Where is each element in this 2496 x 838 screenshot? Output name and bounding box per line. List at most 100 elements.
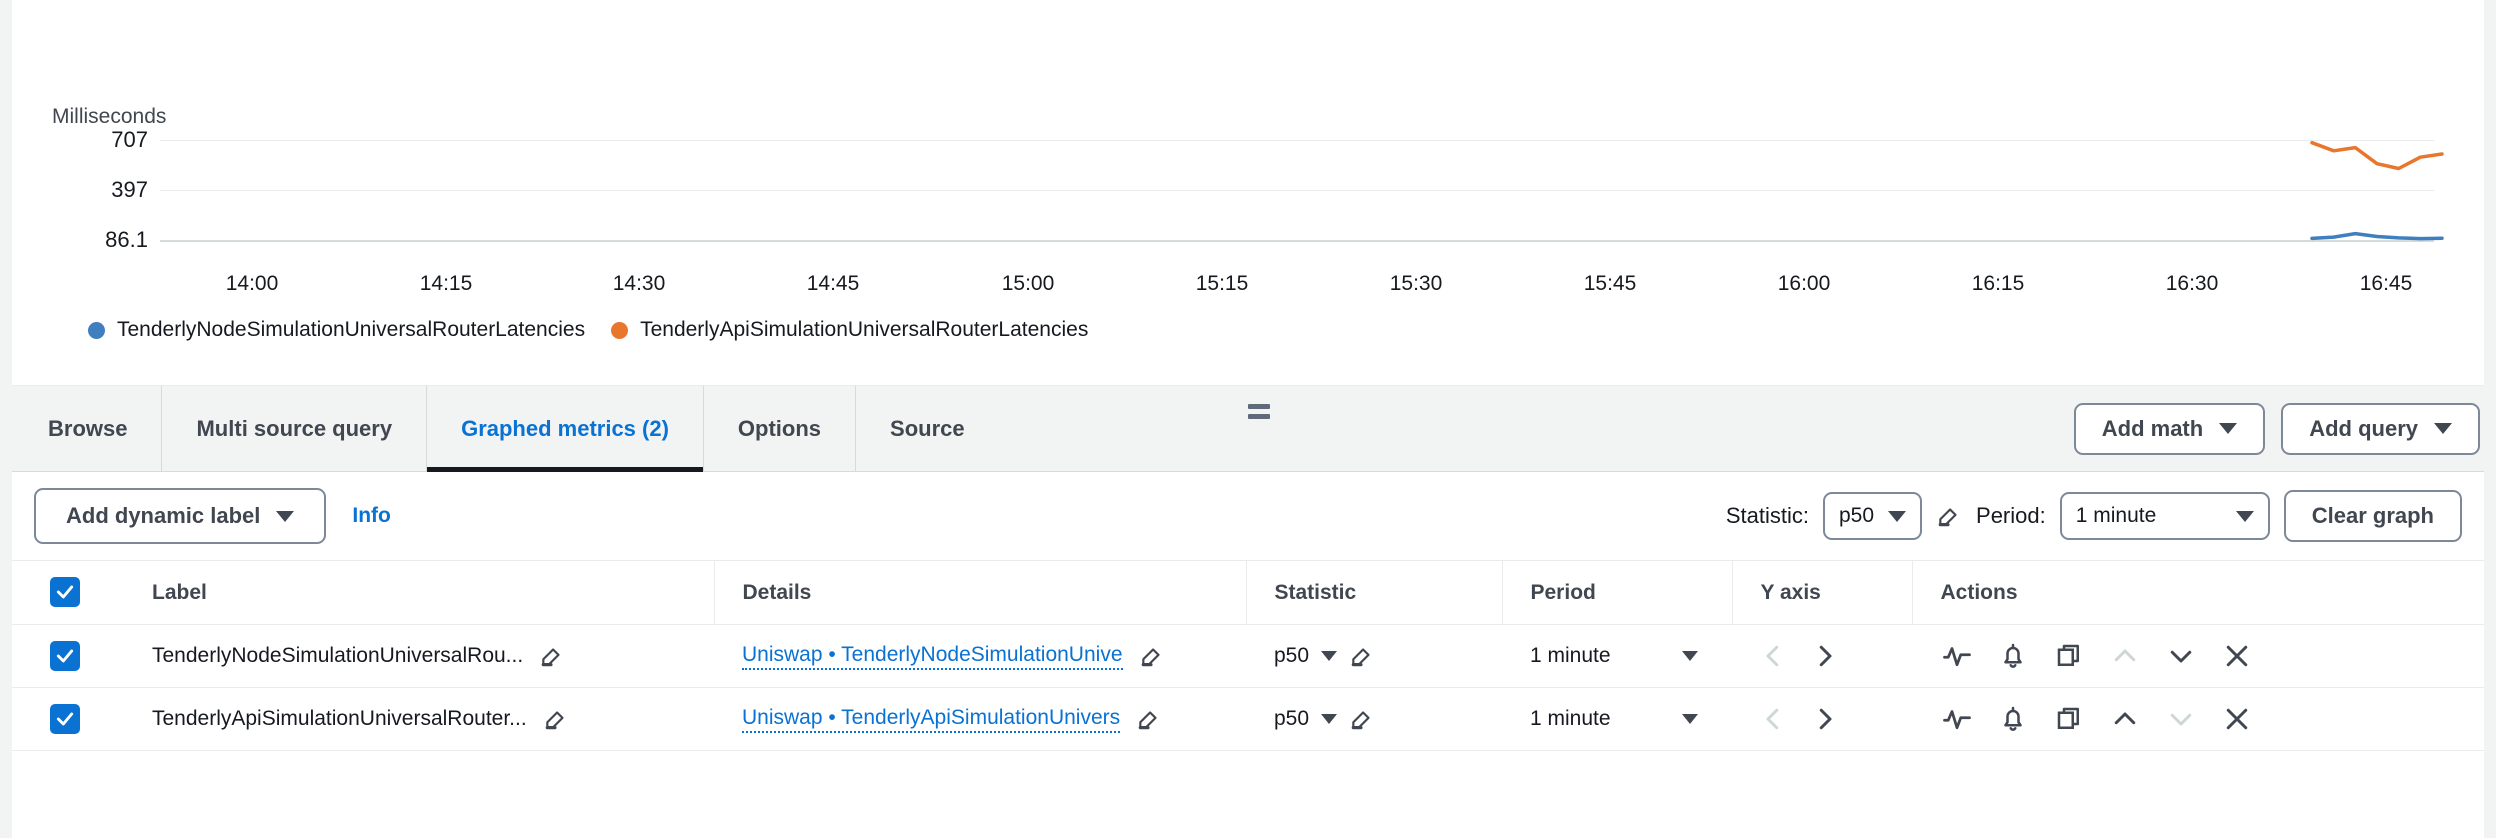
yaxis-left-icon (1756, 639, 1790, 673)
chart-x-axis: 14:00 14:15 14:30 14:45 15:00 15:15 15:3… (12, 268, 2484, 308)
chevron-down-icon[interactable] (1682, 651, 1698, 661)
view-metric-icon[interactable] (1940, 639, 1974, 673)
chevron-down-icon (276, 510, 295, 522)
period-label: Period: (1976, 503, 2046, 528)
x-tick-3: 14:45 (806, 272, 860, 295)
graphed-metrics-table: Label Details Statistic Period Y axis Ac… (12, 560, 2484, 838)
row-checkbox[interactable] (50, 640, 80, 671)
period-column-header: Period (1502, 560, 1733, 625)
tab-graphed-metrics[interactable]: Graphed metrics (2) (426, 386, 703, 472)
row-period-cell: 1 minute (1502, 687, 1732, 751)
row-yaxis-cell (1732, 624, 1912, 688)
tab-browse[interactable]: Browse (12, 386, 161, 471)
row-label-cell: TenderlyNodeSimulationUniversalRou... (142, 624, 714, 688)
statistic-value: p50 (1274, 644, 1310, 667)
move-up-icon[interactable] (2108, 702, 2142, 736)
row-yaxis-cell (1732, 687, 1912, 751)
edit-pencil-icon[interactable] (1136, 706, 1162, 732)
tab-multi-source-query[interactable]: Multi source query (161, 386, 426, 471)
label-column-header: Label (142, 560, 715, 625)
add-dynamic-label-button[interactable]: Add dynamic label (34, 488, 327, 544)
legend-color-dot (88, 321, 105, 339)
move-down-icon[interactable] (2164, 639, 2198, 673)
x-tick-9: 16:15 (1971, 272, 2025, 295)
legend-item-api[interactable]: TenderlyApiSimulationUniversalRouterLate… (611, 318, 1088, 342)
select-all-checkbox[interactable] (50, 577, 80, 607)
x-tick-0: 14:00 (225, 272, 279, 295)
create-alarm-bell-icon[interactable] (1996, 639, 2030, 673)
x-tick-11: 16:45 (2359, 272, 2413, 295)
metric-details-link[interactable]: Uniswap • TenderlyApiSimulationUnivers (742, 705, 1121, 734)
statistic-value: p50 (1274, 707, 1310, 730)
yaxis-right-icon[interactable] (1808, 639, 1842, 673)
duplicate-copy-icon[interactable] (2052, 702, 2086, 736)
chevron-down-icon[interactable] (1321, 714, 1338, 724)
period-select[interactable]: 1 minute (2059, 492, 2270, 540)
x-tick-6: 15:30 (1389, 272, 1443, 295)
metric-label: TenderlyNodeSimulationUniversalRou... (152, 644, 524, 667)
legend-color-dot (611, 321, 629, 339)
metric-label: TenderlyApiSimulationUniversalRouter... (152, 707, 527, 730)
row-label-cell: TenderlyApiSimulationUniversalRouter... (142, 687, 714, 751)
yaxis-left-icon (1756, 702, 1790, 736)
move-down-icon (2164, 702, 2198, 736)
statistic-column-header: Statistic (1246, 560, 1503, 625)
row-period-cell: 1 minute (1502, 624, 1732, 688)
duplicate-copy-icon[interactable] (2052, 639, 2086, 673)
yaxis-right-icon[interactable] (1808, 702, 1842, 736)
row-details-cell: Uniswap • TenderlyApiSimulationUnivers (714, 687, 1246, 751)
period-value: 1 minute (2075, 504, 2157, 527)
chevron-down-icon[interactable] (1321, 651, 1338, 661)
edit-pencil-icon[interactable] (1139, 643, 1165, 669)
chevron-down-icon (2219, 423, 2238, 434)
tab-options[interactable]: Options (702, 386, 855, 471)
statistic-select[interactable]: p50 (1822, 492, 1923, 540)
yaxis-column-header: Y axis (1732, 560, 1913, 625)
tabs-actions: Add math Add query (2073, 386, 2484, 472)
x-tick-7: 15:45 (1583, 272, 1637, 295)
x-tick-8: 16:00 (1777, 272, 1831, 295)
row-actions-cell (1912, 624, 2484, 688)
add-query-button[interactable]: Add query (2281, 402, 2480, 455)
view-metric-icon[interactable] (1940, 702, 1974, 736)
add-query-label: Add query (2309, 415, 2418, 441)
table-row: TenderlyNodeSimulationUniversalRou... Un… (12, 624, 2484, 688)
clear-graph-button[interactable]: Clear graph (2283, 490, 2462, 542)
controls-right-group: Statistic: p50 Period: 1 minute Clear gr… (1726, 490, 2462, 542)
chevron-down-icon[interactable] (1682, 714, 1698, 724)
edit-pencil-icon[interactable] (543, 706, 569, 732)
edit-pencil-icon[interactable] (1936, 503, 1962, 529)
x-tick-5: 15:15 (1195, 272, 1249, 295)
chart-legend: TenderlyNodeSimulationUniversalRouterLat… (88, 318, 1088, 342)
edit-pencil-icon[interactable] (1349, 706, 1375, 732)
clear-graph-label: Clear graph (2311, 503, 2434, 528)
metric-chart-panel: Milliseconds 707 397 86.1 14:00 14:15 14… (12, 0, 2484, 386)
edit-pencil-icon[interactable] (1349, 643, 1375, 669)
cloudwatch-metrics-panel: Milliseconds 707 397 86.1 14:00 14:15 14… (0, 0, 2496, 838)
panel-resize-handle-icon[interactable] (1248, 404, 1270, 419)
legend-item-node[interactable]: TenderlyNodeSimulationUniversalRouterLat… (88, 318, 585, 342)
table-row: TenderlyApiSimulationUniversalRouter... … (12, 687, 2484, 751)
info-link[interactable]: Info (352, 504, 390, 528)
create-alarm-bell-icon[interactable] (1996, 702, 2030, 736)
legend-label: TenderlyApiSimulationUniversalRouterLate… (640, 318, 1089, 341)
statistic-value: p50 (1838, 504, 1875, 527)
chevron-down-icon (2434, 423, 2452, 434)
row-actions-cell (1912, 687, 2484, 751)
y-axis-title: Milliseconds (52, 105, 167, 128)
add-math-button[interactable]: Add math (2073, 402, 2266, 455)
row-details-cell: Uniswap • TenderlyNodeSimulationUnive (714, 624, 1246, 688)
tab-list: Browse Multi source query Graphed metric… (12, 386, 2484, 472)
edit-pencil-icon[interactable] (539, 643, 565, 669)
row-statistic-cell: p50 (1246, 624, 1502, 688)
remove-close-icon[interactable] (2220, 702, 2254, 736)
tabs-bar: Browse Multi source query Graphed metric… (0, 386, 2496, 472)
period-value: 1 minute (1530, 644, 1611, 667)
remove-close-icon[interactable] (2220, 639, 2254, 673)
row-checkbox[interactable] (50, 703, 80, 734)
x-tick-1: 14:15 (419, 272, 473, 295)
metric-details-link[interactable]: Uniswap • TenderlyNodeSimulationUnive (742, 642, 1123, 671)
chart-plot-area: 707 397 86.1 (12, 127, 2484, 270)
tab-source[interactable]: Source (855, 386, 999, 471)
x-tick-4: 15:00 (1001, 272, 1055, 295)
